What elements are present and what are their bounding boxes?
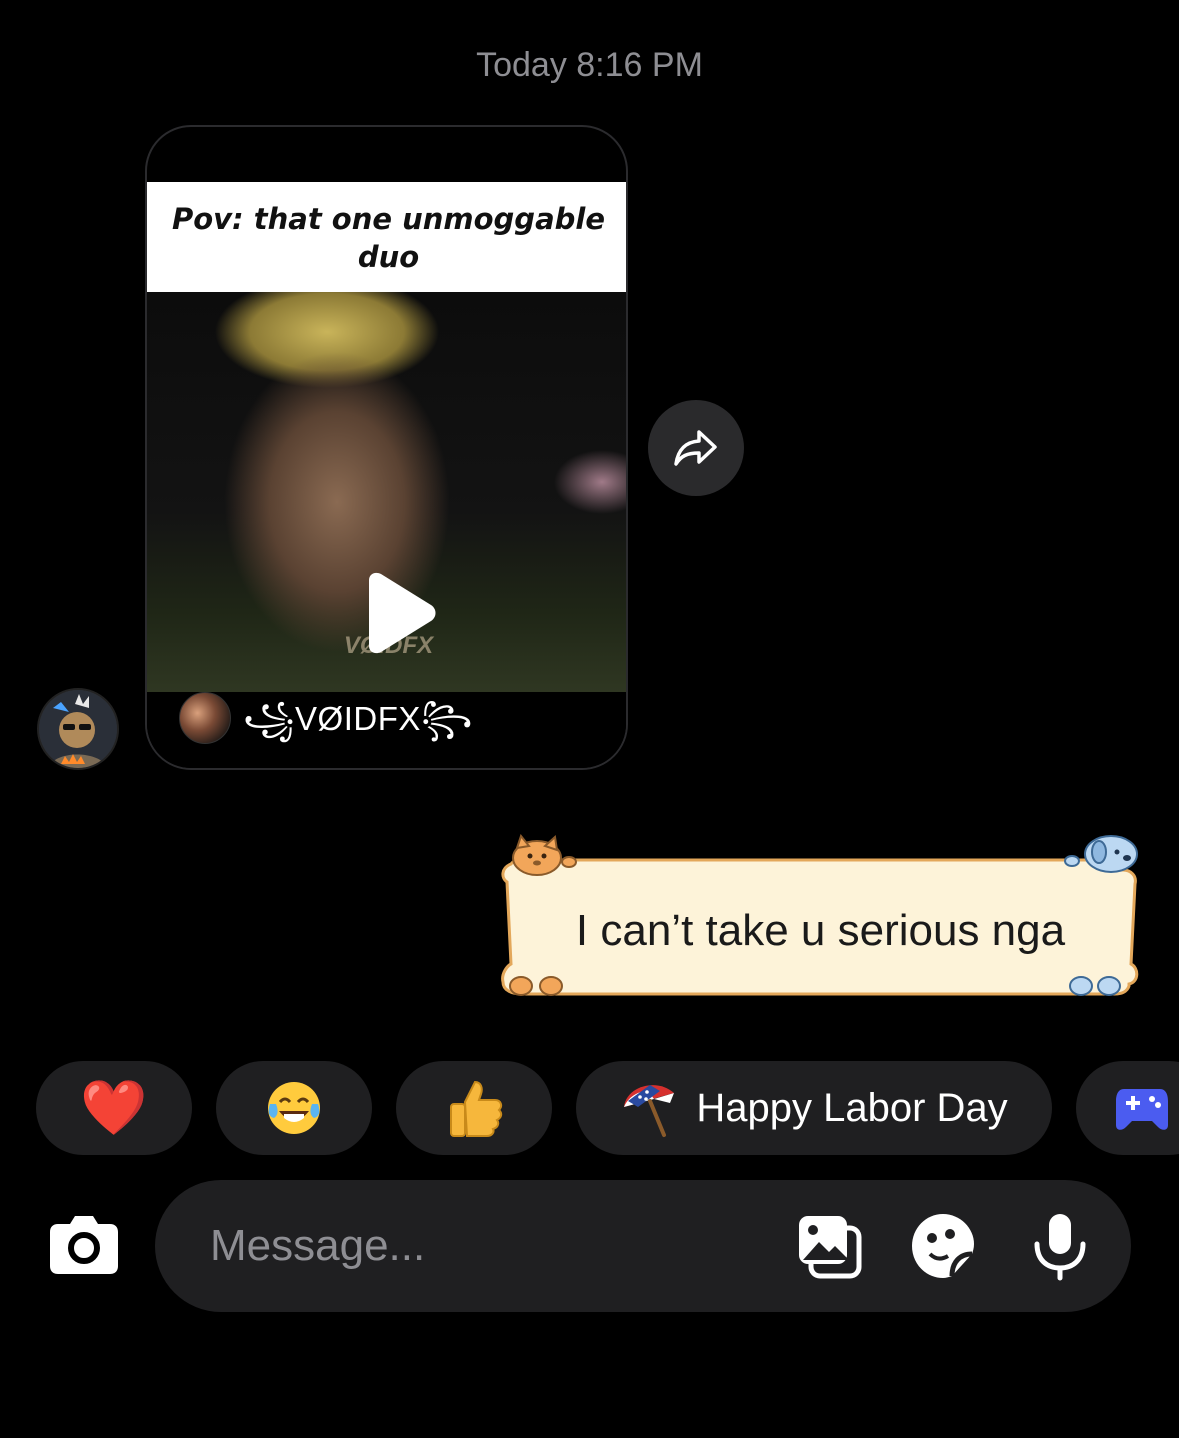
reel-author-name[interactable]: ꧁VØIDFX꧂ [243, 694, 473, 761]
shared-reel-card[interactable]: Pov: that one unmoggable duo VØIDFX ꧁VØI… [145, 125, 628, 770]
reel-footer: ꧁VØIDFX꧂ [147, 692, 626, 768]
quick-reply-label: Happy Labor Day [696, 1085, 1008, 1130]
thumbs-up-emoji-icon [450, 1080, 503, 1137]
tears-of-joy-emoji-icon [268, 1082, 320, 1134]
game-controller-icon [1116, 1089, 1168, 1130]
camera-icon [50, 1216, 118, 1274]
quick-reply-heart[interactable]: ❤️ [36, 1061, 192, 1155]
reel-thumbnail: VØIDFX [147, 292, 626, 692]
quick-reply-thumbs-up[interactable] [396, 1061, 552, 1155]
play-icon[interactable] [357, 572, 437, 654]
reel-author-avatar[interactable] [179, 692, 231, 744]
quick-reply-happy-labor-day[interactable]: Happy Labor Day [576, 1061, 1052, 1155]
heart-emoji-icon: ❤️ [80, 1076, 148, 1139]
quick-reply-games[interactable] [1076, 1061, 1179, 1155]
reel-caption: Pov: that one unmoggable duo [147, 182, 626, 294]
sender-avatar[interactable] [37, 688, 119, 770]
gallery-icon[interactable] [795, 1210, 865, 1282]
sent-message-bubble[interactable]: I can’t take u serious nga [499, 834, 1142, 997]
message-input[interactable] [210, 1180, 770, 1312]
camera-button[interactable] [50, 1212, 118, 1274]
microphone-icon[interactable] [1025, 1210, 1095, 1282]
sticker-icon[interactable] [908, 1210, 978, 1282]
quick-reply-laugh[interactable] [216, 1061, 372, 1155]
avatar-image [39, 690, 117, 768]
message-composer [155, 1180, 1131, 1312]
american-flag-umbrella-icon [624, 1085, 675, 1137]
share-arrow-icon [674, 430, 717, 466]
share-button[interactable] [648, 400, 744, 496]
sent-message-text: I can’t take u serious nga [575, 905, 1066, 955]
message-timestamp: Today 8:16 PM [476, 46, 703, 84]
